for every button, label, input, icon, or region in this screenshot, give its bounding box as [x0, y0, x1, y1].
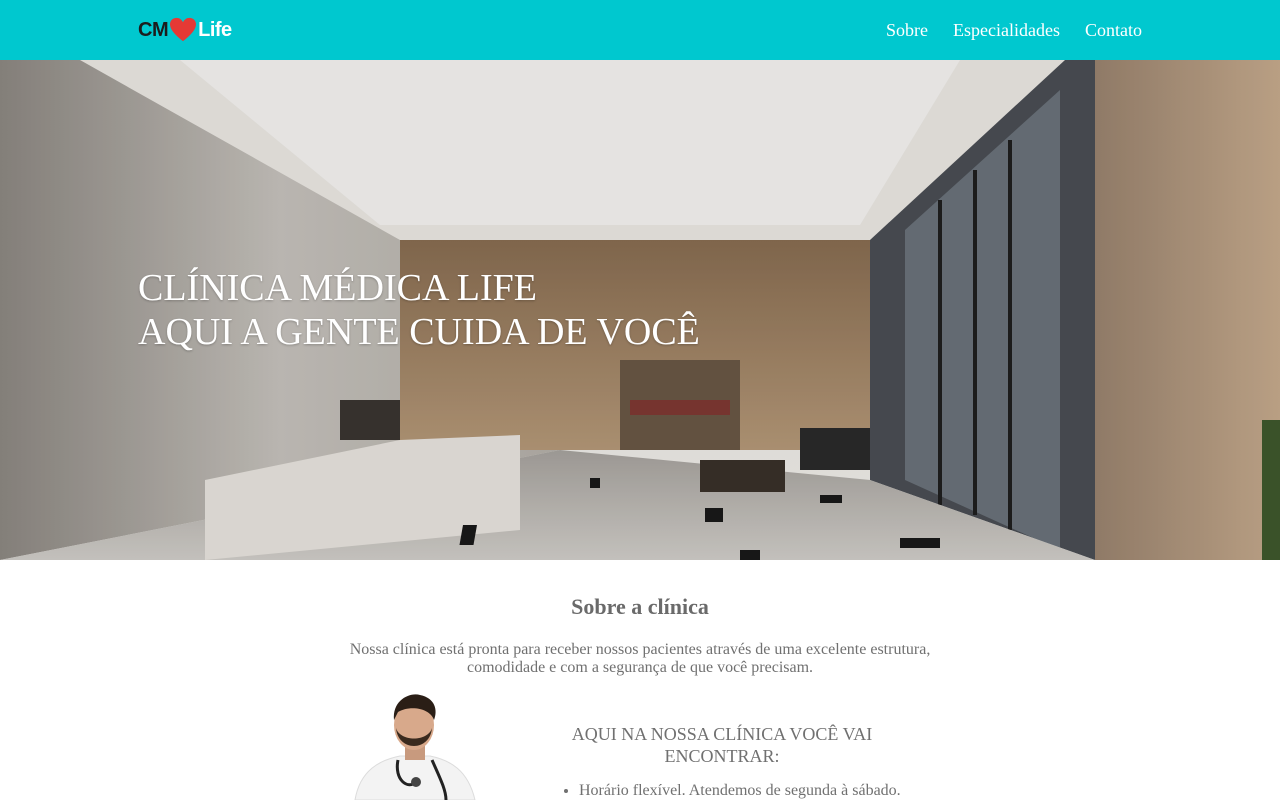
nav-link-especialidades[interactable]: Especialidades [953, 20, 1060, 41]
logo-prefix: CM [138, 18, 169, 41]
heart-icon [170, 17, 197, 42]
hero-heading: CLÍNICA MÉDICA LIFE AQUI A GENTE CUIDA D… [138, 266, 700, 354]
nav-link-sobre[interactable]: Sobre [886, 20, 928, 41]
about-description-line2: comodidade e com a segurança de que você… [466, 659, 814, 676]
top-navbar: CM Life Sobre Especialidades Contato [0, 0, 1280, 60]
features-heading-line2: ENCONTRAR: [664, 746, 780, 766]
hero-title-line2: AQUI A GENTE CUIDA DE VOCÊ [138, 311, 700, 353]
features-list: Horário flexível. Atendemos de segunda à… [579, 781, 901, 800]
hero-banner: CLÍNICA MÉDICA LIFE AQUI A GENTE CUIDA D… [0, 60, 1280, 560]
nav-link-contato[interactable]: Contato [1085, 20, 1142, 41]
features-heading-line1: AQUI NA NOSSA CLÍNICA VOCÊ VAI [571, 724, 873, 744]
clinic-logo[interactable]: CM Life [138, 14, 232, 46]
about-description-line1: Nossa clínica está pronta para receber n… [349, 641, 931, 658]
features-heading: AQUI NA NOSSA CLÍNICA VOCÊ VAI ENCONTRAR… [560, 723, 884, 767]
main-nav: Sobre Especialidades Contato [861, 0, 1142, 60]
about-section-title: Sobre a clínica [571, 594, 709, 619]
feature-item: Horário flexível. Atendemos de segunda à… [579, 781, 901, 800]
about-description: Nossa clínica está pronta para receber n… [340, 641, 940, 677]
logo-suffix: Life [198, 18, 232, 41]
doctor-photo [354, 694, 476, 800]
hero-title-line1: CLÍNICA MÉDICA LIFE [138, 267, 537, 309]
